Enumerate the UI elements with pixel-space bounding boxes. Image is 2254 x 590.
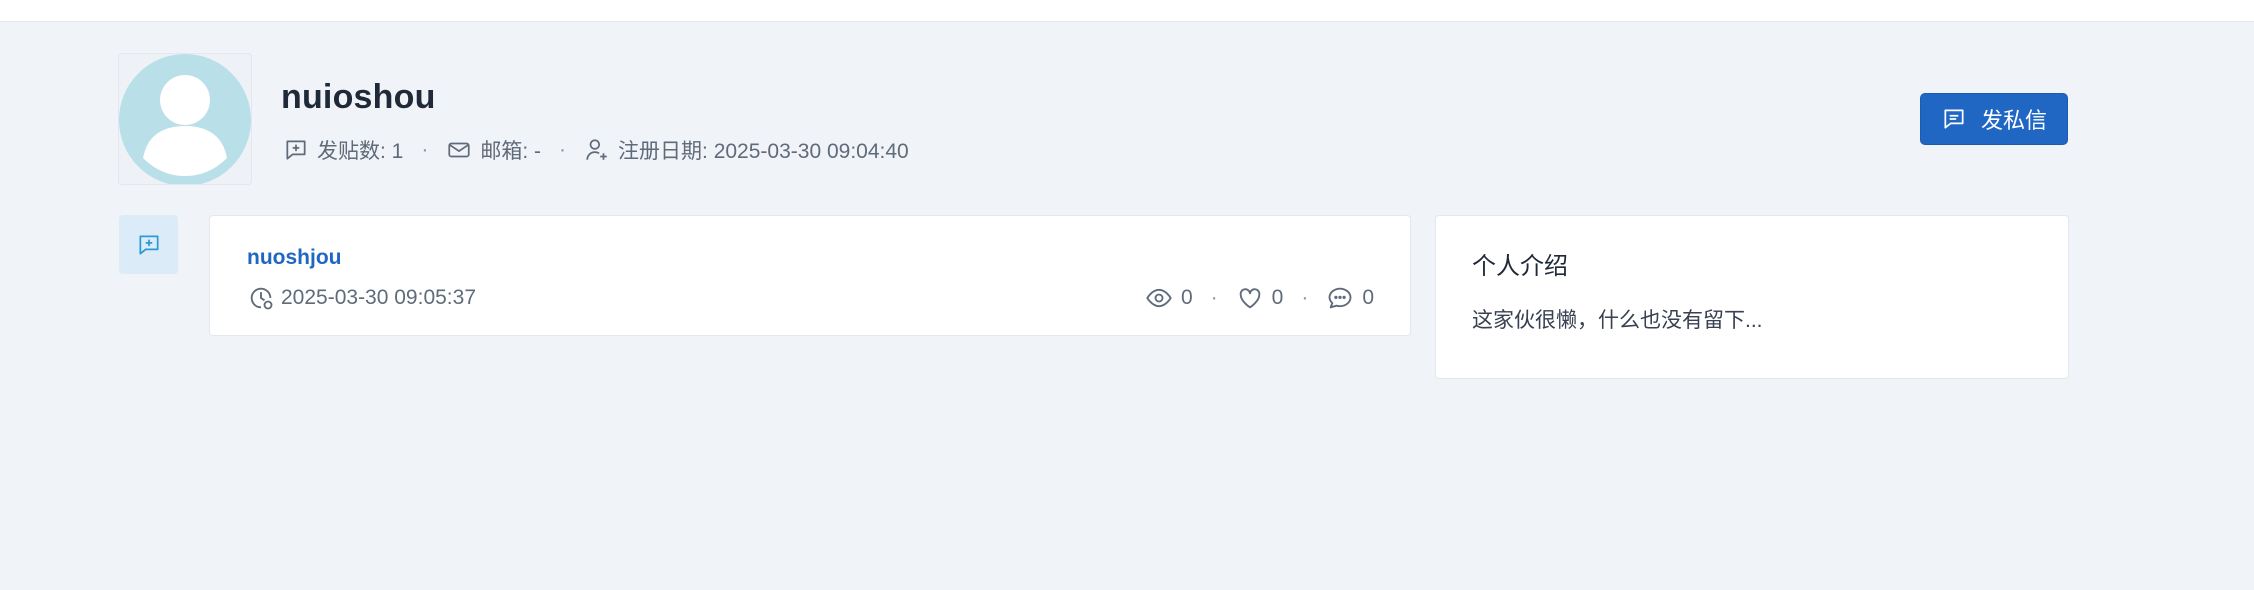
send-message-label: 发私信: [1980, 108, 2047, 133]
send-message-button[interactable]: 发私信: [1920, 93, 2068, 145]
views-count: 0: [1180, 286, 1193, 309]
message-icon: [1944, 109, 1964, 129]
separator: ·: [559, 138, 567, 161]
mail-icon: [448, 142, 470, 158]
default-avatar-icon: [119, 54, 251, 184]
user-add-icon: [586, 139, 607, 160]
profile-meta: 发贴数: 1 · 邮箱: - · 注册日期: 2025-03-30 09:04:…: [283, 134, 909, 166]
clock-icon: [250, 287, 273, 310]
views-stat: 0: [1145, 284, 1193, 312]
email: 邮箱: -: [446, 135, 541, 165]
separator: ·: [1301, 286, 1309, 309]
intro-card: 个人介绍 这家伙很懒，什么也没有留下...: [1435, 215, 2069, 379]
comments-count: 0: [1362, 286, 1374, 309]
comments-stat[interactable]: 0: [1326, 284, 1374, 312]
post-title-link[interactable]: nuoshjou: [247, 246, 341, 270]
register-date: 注册日期: 2025-03-30 09:04:40: [584, 135, 909, 165]
post-date-label: 2025-03-30 09:05:37: [281, 286, 476, 309]
intro-title: 个人介绍: [1472, 253, 1568, 280]
likes-stat[interactable]: 0: [1236, 284, 1284, 312]
post-stats: 0 · 0 · 0: [1145, 284, 1374, 312]
post-count: 发贴数: 1: [283, 135, 403, 165]
email-label: 邮箱: -: [480, 140, 542, 163]
post-card: nuoshjou 2025-03-30 09:05:37 0 · 0 · 0: [209, 215, 1411, 336]
tab-posts[interactable]: [119, 215, 178, 274]
register-date-label: 注册日期: 2025-03-30 09:04:40: [618, 140, 909, 163]
intro-text: 这家伙很懒，什么也没有留下...: [1472, 309, 1763, 332]
separator: ·: [421, 138, 429, 161]
profile-username: nuioshou: [281, 78, 436, 116]
heart-icon: [1239, 288, 1260, 309]
post-date: 2025-03-30 09:05:37: [247, 284, 476, 312]
avatar: [118, 53, 252, 185]
post-add-icon: [286, 140, 306, 160]
post-count-label: 发贴数: 1: [317, 140, 404, 163]
post-add-icon: [138, 234, 159, 255]
likes-count: 0: [1271, 286, 1284, 309]
eye-icon: [1146, 288, 1172, 308]
separator: ·: [1210, 286, 1218, 309]
top-header-bar: [0, 0, 2254, 22]
comment-icon: [1328, 287, 1352, 309]
